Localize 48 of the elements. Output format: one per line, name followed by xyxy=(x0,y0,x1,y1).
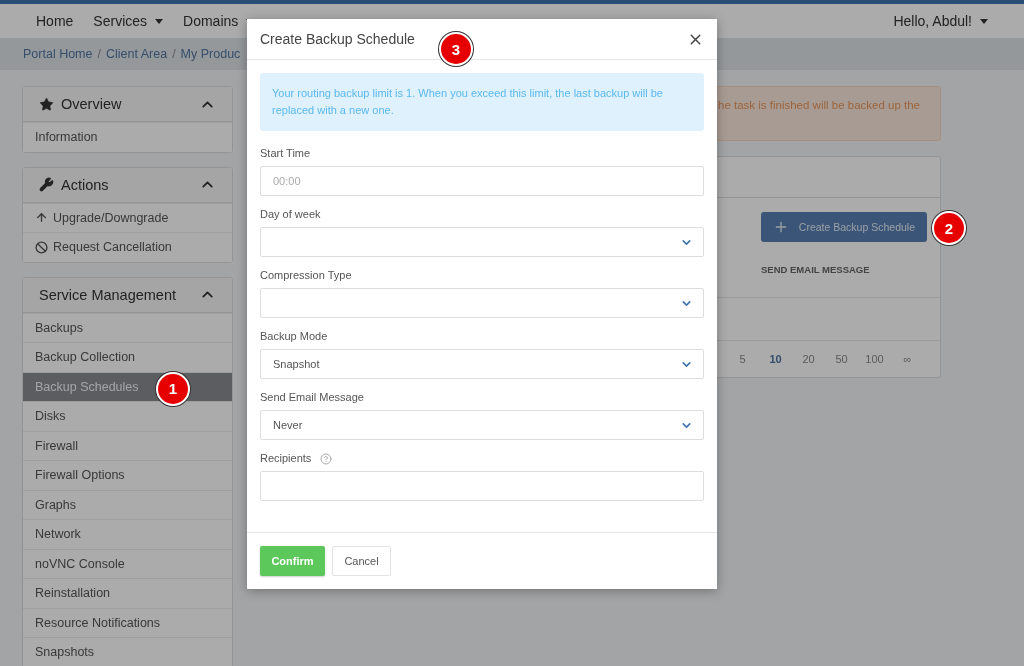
breadcrumb-separator: / xyxy=(172,47,176,61)
panel-title: Actions xyxy=(61,176,110,193)
cancel-button[interactable]: Cancel xyxy=(332,546,391,576)
step-number-badge: 3 xyxy=(439,32,473,66)
breadcrumb-link[interactable]: Client Area xyxy=(105,47,168,61)
select-field[interactable]: Snapshot xyxy=(260,349,704,379)
panel-header[interactable]: Actions xyxy=(23,167,232,203)
page-size-option[interactable]: ∞ xyxy=(891,353,924,365)
column-header: SEND EMAIL MESSAGE xyxy=(761,264,871,275)
step-number-badge: 2 xyxy=(931,211,966,245)
nav-link[interactable]: Home xyxy=(36,13,74,29)
star-icon xyxy=(39,96,54,112)
breadcrumb-link[interactable]: Portal Home xyxy=(23,47,93,61)
field-label: Day of week xyxy=(260,207,321,222)
help-icon[interactable] xyxy=(320,452,333,465)
dialog-title: Create Backup Schedule xyxy=(260,31,416,47)
step-number-badge: 1 xyxy=(156,371,190,406)
field-label: Compression Type xyxy=(260,268,352,283)
panel-title: Overview xyxy=(61,96,123,112)
page-size-option[interactable]: 100 xyxy=(858,353,891,365)
page-size-option[interactable]: 50 xyxy=(825,353,858,365)
select-field[interactable] xyxy=(260,227,704,257)
select-field[interactable] xyxy=(260,288,704,318)
field-label: Send Email Message xyxy=(260,390,364,405)
breadcrumb-separator: / xyxy=(97,47,101,61)
page-size-option[interactable]: 20 xyxy=(792,353,825,365)
text-field[interactable] xyxy=(260,471,704,501)
field-label: Start Time xyxy=(260,146,311,161)
panel-header[interactable]: Overview xyxy=(23,87,232,122)
nav-link[interactable]: Services xyxy=(93,13,164,29)
sidebar-item[interactable]: Snapshots xyxy=(23,637,232,666)
info-alert: Your routing backup limit is 1. When you exceed this limit, the last backup will be replaced with a new one. xyxy=(260,73,704,131)
user-menu[interactable]: Hello, Abdul! xyxy=(893,13,988,29)
caret-icon xyxy=(980,18,988,24)
wrench-icon xyxy=(39,177,54,192)
ban-icon xyxy=(35,240,48,254)
sidebar-item[interactable]: Request Cancellation xyxy=(23,232,232,262)
sidebar-item[interactable]: Information xyxy=(23,122,232,152)
field-label: Backup Mode xyxy=(260,329,328,344)
panel-title: Service Management xyxy=(39,286,177,303)
breadcrumb-link[interactable]: My Produc xyxy=(180,47,241,61)
panel-header[interactable]: Service Management xyxy=(23,277,232,313)
arrow-up-icon xyxy=(35,211,48,225)
text-field[interactable]: 00:00 xyxy=(260,166,704,196)
page-size-option[interactable]: 5 xyxy=(726,353,759,365)
page-size-option[interactable]: 10 xyxy=(759,353,792,365)
select-field[interactable]: Never xyxy=(260,410,704,440)
field-label: Recipients xyxy=(260,451,312,466)
